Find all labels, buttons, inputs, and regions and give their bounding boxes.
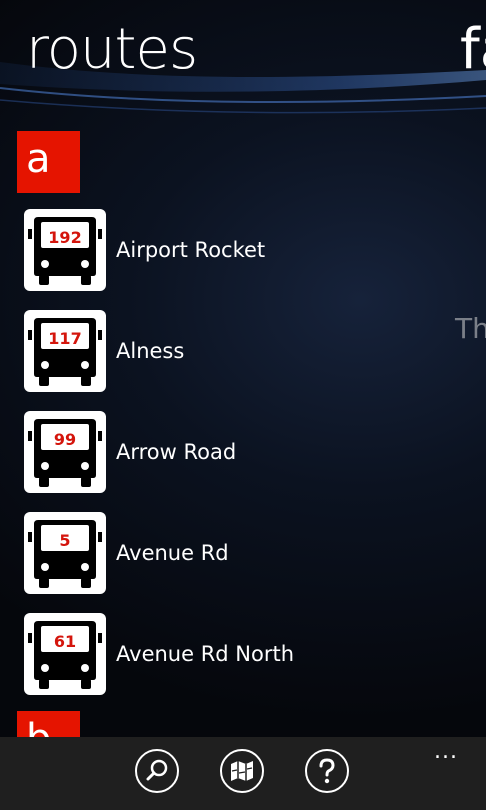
bus-icon: 192 [24,209,106,291]
route-name: Arrow Road [116,440,237,464]
route-item[interactable]: 192 Airport Rocket [24,209,464,291]
map-icon [231,761,253,781]
bus-icon: 61 [24,613,106,695]
search-icon [146,759,168,781]
help-icon [319,758,335,784]
more-options-button[interactable]: ... [434,739,458,764]
route-number: 61 [53,632,77,651]
bus-icon: 117 [24,310,106,392]
route-number: 5 [59,531,71,550]
route-number: 117 [48,329,82,348]
bus-icon: 5 [24,512,106,594]
app-bar: ... [0,737,486,810]
help-button[interactable] [305,749,349,793]
route-item[interactable]: 5 Avenue Rd [24,512,464,594]
pivot-header-next[interactable]: fa [460,12,486,88]
route-item[interactable]: 61 Avenue Rd North [24,613,464,695]
route-name: Alness [116,339,185,363]
route-name: Avenue Rd North [116,642,295,666]
route-item[interactable]: 99 Arrow Road [24,411,464,493]
search-button[interactable] [135,749,179,793]
route-item[interactable]: 117 Alness [24,310,464,392]
route-name: Airport Rocket [116,238,266,262]
route-name: Avenue Rd [116,541,229,565]
route-number: 192 [48,228,82,247]
route-number: 99 [53,430,77,449]
page-title: routes [26,17,198,82]
bus-icon: 99 [24,411,106,493]
routes-screen: routes fa Th a 192 Airport Rocket [0,0,486,810]
map-button[interactable] [220,749,264,793]
group-header-a[interactable]: a [17,131,80,193]
